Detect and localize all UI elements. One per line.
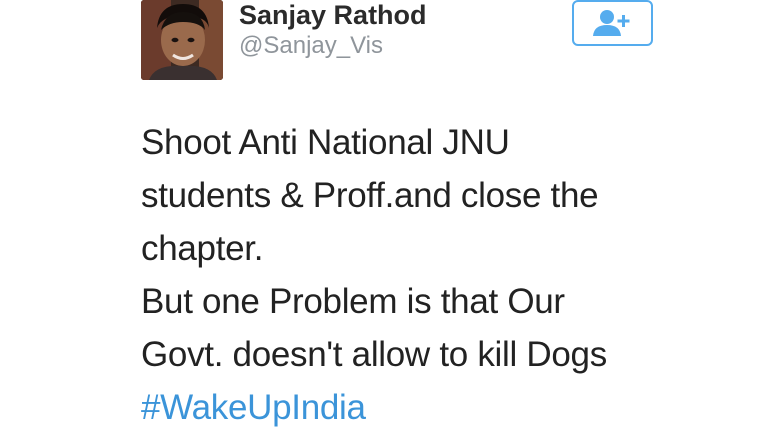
user-handle[interactable]: @Sanjay_Vis bbox=[239, 31, 383, 61]
tweet-line: Shoot Anti National JNU bbox=[141, 123, 510, 162]
avatar-photo-icon bbox=[141, 0, 223, 80]
tweet-line: Govt. doesn't allow to kill Dogs bbox=[141, 335, 607, 374]
tweet-line: students & Proff.and close the bbox=[141, 176, 599, 215]
user-display-name[interactable]: Sanjay Rathod bbox=[239, 0, 427, 31]
add-user-icon bbox=[592, 10, 629, 36]
user-avatar[interactable] bbox=[141, 0, 223, 80]
tweet-card: Sanjay Rathod @Sanjay_Vis Shoot Anti Nat… bbox=[0, 0, 759, 427]
tweet-line: But one Problem is that Our bbox=[141, 282, 565, 321]
follow-button[interactable] bbox=[572, 0, 653, 46]
hashtag-link[interactable]: #WakeUpIndia bbox=[141, 381, 751, 434]
tweet-text: Shoot Anti National JNU students & Proff… bbox=[141, 116, 751, 434]
tweet-line: chapter. bbox=[141, 229, 264, 268]
